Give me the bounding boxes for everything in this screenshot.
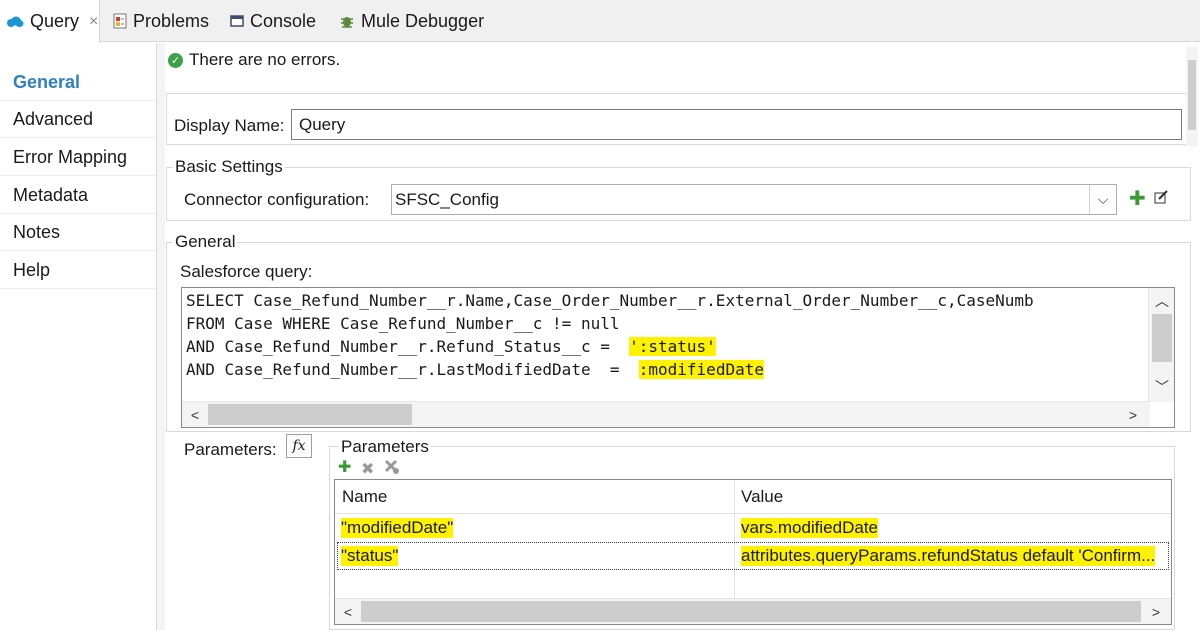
table-row[interactable]: vars.modifiedDate [741, 514, 879, 542]
column-header-name[interactable]: Name [335, 480, 734, 514]
query-line: SELECT Case_Refund_Number__r.Name,Case_O… [186, 291, 1034, 310]
display-name-label: Display Name: [174, 116, 285, 135]
delete-all-icon[interactable] [383, 458, 400, 480]
param-name: "status" [341, 546, 399, 566]
nav-item-advanced[interactable]: Advanced [0, 101, 156, 138]
nav-item-notes[interactable]: Notes [0, 214, 156, 251]
tab-label: Problems [133, 10, 210, 31]
query-line: AND Case_Refund_Number__r.LastModifiedDa… [186, 359, 764, 381]
tab-query[interactable]: Query × [0, 0, 100, 43]
editor-tab-bar: Query × Problems Console Mule Debugger [0, 0, 1200, 43]
nav-item-error-mapping[interactable]: Error Mapping [0, 139, 156, 176]
scrollbar-thumb[interactable] [361, 601, 1141, 622]
general-legend: General [173, 232, 238, 252]
chevron-right-icon[interactable]: > [1145, 599, 1167, 624]
chevron-left-icon[interactable]: < [184, 402, 206, 427]
delete-icon[interactable]: ✖ [361, 459, 374, 479]
tab-label: Mule Debugger [361, 10, 485, 31]
display-name-field[interactable]: Query [291, 109, 1182, 140]
horizontal-scrollbar[interactable]: < > [182, 401, 1150, 427]
basic-settings-legend: Basic Settings [173, 157, 285, 177]
scrollbar-thumb[interactable] [208, 404, 412, 425]
nav-item-metadata[interactable]: Metadata [0, 177, 156, 214]
chevron-down-icon[interactable]: ⌵ [1089, 185, 1116, 214]
chevron-down-icon[interactable]: ﹀ [1149, 374, 1175, 400]
close-icon[interactable]: × [89, 13, 98, 31]
table-row[interactable]: "modifiedDate" [341, 514, 454, 542]
panel-divider[interactable] [157, 43, 165, 630]
query-line-text: AND Case_Refund_Number__r.LastModifiedDa… [186, 360, 639, 379]
table-row[interactable]: "status" [341, 542, 399, 570]
bug-icon [341, 17, 353, 28]
vertical-scrollbar[interactable]: ︿ ﹀ [1148, 288, 1174, 402]
param-value: vars.modifiedDate [741, 518, 879, 538]
status-text: There are no errors. [189, 50, 341, 69]
query-highlight: :modifiedDate [638, 360, 764, 379]
column-divider[interactable] [734, 480, 735, 598]
salesforce-query-editor[interactable]: SELECT Case_Refund_Number__r.Name,Case_O… [181, 287, 1175, 428]
query-line: FROM Case WHERE Case_Refund_Number__c !=… [186, 314, 620, 333]
problems-icon [113, 13, 127, 29]
param-name: "modifiedDate" [341, 518, 454, 538]
scrollbar-thumb[interactable] [1188, 60, 1196, 130]
scrollbar-thumb[interactable] [1152, 314, 1172, 362]
query-line-text: AND Case_Refund_Number__r.Refund_Status_… [186, 337, 630, 356]
chevron-up-icon[interactable]: ︿ [1149, 288, 1175, 314]
tab-problems[interactable]: Problems [113, 0, 209, 42]
parameters-table: Name Value "modifiedDate" vars.modifiedD… [334, 479, 1172, 625]
tab-console[interactable]: Console [230, 0, 316, 42]
table-row[interactable]: attributes.queryParams.refundStatus defa… [741, 542, 1156, 570]
connector-config-select[interactable]: SFSC_Config ⌵ [391, 184, 1117, 215]
add-icon[interactable]: ✚ [338, 460, 351, 476]
tab-label: Query [30, 11, 80, 31]
parameters-legend: Parameters [339, 437, 431, 457]
validation-status: ✓ There are no errors. [168, 48, 340, 72]
chevron-left-icon[interactable]: < [337, 599, 359, 624]
tab-mule-debugger[interactable]: Mule Debugger [339, 0, 484, 42]
salesforce-cloud-icon [7, 16, 24, 27]
nav-item-general[interactable]: General [0, 64, 156, 101]
query-highlight: ':status' [629, 337, 716, 356]
chevron-right-icon[interactable]: > [1122, 402, 1144, 427]
edit-icon[interactable] [1154, 190, 1169, 209]
param-value: attributes.queryParams.refundStatus defa… [741, 546, 1156, 566]
properties-nav: General Advanced Error Mapping Metadata … [0, 43, 157, 630]
salesforce-query-label: Salesforce query: [180, 262, 313, 281]
fx-expression-button[interactable]: fx [286, 434, 312, 458]
parameters-label: Parameters: [184, 440, 277, 459]
add-icon[interactable]: ✚ [1129, 189, 1146, 209]
tab-label: Console [250, 10, 317, 31]
check-circle-icon: ✓ [168, 52, 183, 68]
console-icon [230, 15, 244, 27]
column-header-value[interactable]: Value [734, 480, 1171, 514]
horizontal-scrollbar[interactable]: < > [335, 598, 1171, 624]
connector-config-label: Connector configuration: [184, 190, 370, 209]
query-line: AND Case_Refund_Number__r.Refund_Status_… [186, 336, 716, 358]
view-scrollbar[interactable] [1186, 46, 1198, 146]
nav-item-help[interactable]: Help [0, 252, 156, 289]
connector-config-value: SFSC_Config [395, 189, 499, 209]
